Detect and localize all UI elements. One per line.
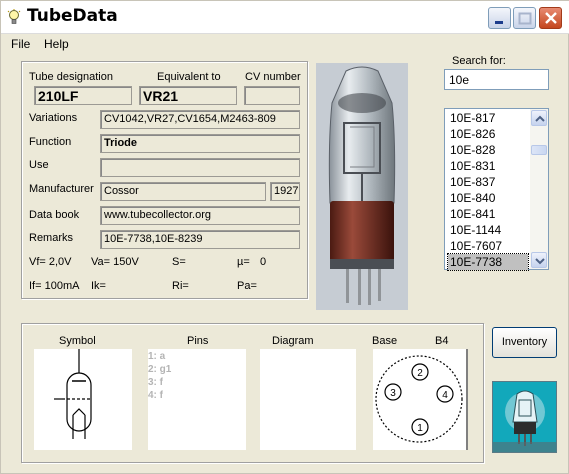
- list-item[interactable]: 10E-1144: [448, 222, 528, 238]
- function-field[interactable]: Triode: [100, 134, 300, 153]
- menu-file[interactable]: File: [11, 37, 30, 51]
- vf-value: Vf= 2,0V: [29, 256, 72, 268]
- symbol-label: Symbol: [59, 335, 96, 347]
- chevron-down-icon: [535, 258, 545, 265]
- if-value: If= 100mA: [29, 280, 80, 292]
- remarks-field[interactable]: 10E-7738,10E-8239: [100, 230, 300, 249]
- list-item[interactable]: 10E-840: [448, 190, 528, 206]
- close-icon: [545, 12, 557, 24]
- base-pin-2: 2: [417, 368, 423, 379]
- scroll-up-button[interactable]: [531, 110, 547, 126]
- data-book-field[interactable]: www.tubecollector.org: [100, 206, 300, 225]
- list-item[interactable]: 10E-817: [448, 110, 528, 126]
- use-label: Use: [29, 159, 49, 171]
- search-label: Search for:: [452, 55, 506, 67]
- title-bar: TubeData: [1, 1, 569, 34]
- base-pinout-icon: 1 2 3 4: [375, 349, 468, 450]
- scroll-down-button[interactable]: [531, 252, 547, 268]
- diagram-box: [260, 349, 356, 450]
- list-item[interactable]: 10E-7607: [448, 238, 528, 254]
- base-pin-3: 3: [390, 388, 396, 399]
- pin-line: 3: f: [148, 377, 163, 388]
- menu-help[interactable]: Help: [44, 37, 69, 51]
- s-value: S=: [172, 256, 186, 268]
- scroll-thumb[interactable]: [531, 145, 547, 155]
- results-listbox[interactable]: 10E-817 10E-826 10E-828 10E-831 10E-837 …: [444, 108, 549, 271]
- mu-value: 0: [260, 256, 267, 268]
- close-button[interactable]: [539, 7, 562, 29]
- pin-line: 2: g1: [148, 364, 172, 375]
- base-pin-1: 1: [417, 423, 423, 434]
- pins-label: Pins: [187, 335, 209, 347]
- list-item[interactable]: 10E-841: [448, 206, 528, 222]
- results-scrollbar[interactable]: [530, 109, 548, 269]
- variations-label: Variations: [29, 112, 78, 124]
- lightbulb-icon: [7, 9, 21, 24]
- ri-value: Ri=: [172, 280, 189, 292]
- window-title: TubeData: [27, 6, 118, 26]
- app-window: TubeData File Help Tube designation Equi…: [0, 0, 569, 474]
- app-logo: [492, 381, 557, 453]
- triode-symbol-icon: [54, 349, 92, 439]
- maximize-icon: [518, 12, 532, 25]
- manufacturer-label: Manufacturer: [29, 183, 94, 195]
- mu-label: µ=: [237, 256, 250, 268]
- minimize-icon: [495, 21, 503, 24]
- menu-bar: File Help: [1, 34, 569, 54]
- diagram-label: Diagram: [272, 335, 314, 347]
- use-field[interactable]: [100, 158, 300, 177]
- variations-field[interactable]: CV1042,VR27,CV1654,M2463-809: [100, 110, 300, 129]
- equivalent-label: Equivalent to: [157, 71, 221, 83]
- function-label: Function: [29, 136, 72, 148]
- pins-box: 1: a 2: g1 3: f 4: f: [148, 349, 246, 450]
- va-value: Va= 150V: [91, 256, 139, 268]
- pin-line: 1: a: [148, 351, 166, 362]
- list-item[interactable]: 10E-828: [448, 142, 528, 158]
- manufacturer-field[interactable]: Cossor: [100, 182, 266, 201]
- tube-logo-icon: [493, 382, 556, 452]
- tube-photo: [316, 63, 408, 310]
- chevron-up-icon: [535, 115, 545, 122]
- inventory-button[interactable]: Inventory: [492, 327, 557, 358]
- equivalent-field[interactable]: VR21: [139, 86, 237, 105]
- base-box: 1 2 3 4: [373, 349, 468, 450]
- base-pin-4: 4: [442, 390, 448, 401]
- list-item[interactable]: 10E-826: [448, 126, 528, 142]
- list-item[interactable]: 10E-831: [448, 158, 528, 174]
- base-type-label: B4: [435, 335, 449, 347]
- list-item-selected[interactable]: 10E-7738: [447, 253, 529, 271]
- cv-number-label: CV number: [245, 71, 301, 83]
- pa-value: Pa=: [237, 280, 257, 292]
- cv-number-field[interactable]: [244, 86, 300, 105]
- minimize-button[interactable]: [488, 7, 511, 29]
- tube-designation-label: Tube designation: [29, 71, 113, 83]
- pin-line: 4: f: [148, 390, 163, 401]
- year-field[interactable]: 1927: [270, 182, 300, 201]
- search-input[interactable]: [444, 69, 549, 90]
- ik-value: Ik=: [91, 280, 106, 292]
- data-book-label: Data book: [29, 209, 80, 221]
- base-label: Base: [372, 335, 398, 347]
- remarks-label: Remarks: [29, 232, 74, 244]
- tube-designation-field[interactable]: 210LF: [34, 86, 132, 105]
- vacuum-tube-image: [316, 63, 408, 310]
- list-item[interactable]: 10E-837: [448, 174, 528, 190]
- maximize-button[interactable]: [513, 7, 536, 29]
- symbol-box: [34, 349, 132, 450]
